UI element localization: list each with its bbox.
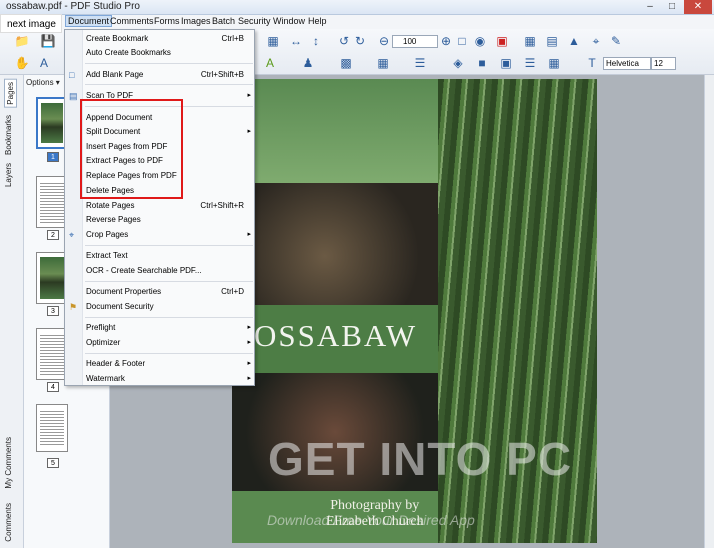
page-number-5: 5 xyxy=(47,458,59,468)
menu-item-watermark[interactable]: Watermark ▸ xyxy=(65,372,254,386)
tab-layers[interactable]: Layers xyxy=(4,163,13,187)
menu-comments[interactable]: Comments xyxy=(110,16,154,26)
hand-tool-icon[interactable]: ✋ xyxy=(14,55,30,71)
frame-icon[interactable]: ▣ xyxy=(498,55,514,71)
vertical-scrollbar[interactable] xyxy=(704,75,714,548)
blank-page-icon: □ xyxy=(69,70,75,80)
menu-help[interactable]: Help xyxy=(308,16,327,26)
align-icon[interactable]: ☰ xyxy=(412,55,428,71)
menu-item-extract-text[interactable]: Extract Text xyxy=(65,249,254,263)
copy-pages-icon[interactable]: ▦ xyxy=(265,33,281,49)
menu-item-header-footer[interactable]: Header & Footer ▸ xyxy=(65,357,254,371)
rotate-ccw-icon[interactable]: ↺ xyxy=(336,33,352,49)
menu-bar: Document Comments Forms Images Batch Sec… xyxy=(0,15,714,29)
text-color-icon[interactable]: A xyxy=(262,55,278,71)
menu-item-optimizer[interactable]: Optimizer ▸ xyxy=(65,336,254,350)
menu-item-crop-pages[interactable]: ⌖ Crop Pages ▸ xyxy=(65,228,254,242)
menu-item-add-blank-page[interactable]: □ Add Blank Page Ctrl+Shift+B xyxy=(65,68,254,82)
highlight-box xyxy=(80,99,183,199)
menu-item-reverse-pages[interactable]: Reverse Pages xyxy=(65,213,254,227)
page-thumbnail-5[interactable] xyxy=(36,404,68,452)
font-size-select[interactable]: 12 xyxy=(651,57,676,70)
menu-item-rotate-pages[interactable]: Rotate Pages Ctrl+Shift+R xyxy=(65,199,254,213)
save-icon[interactable]: 💾 xyxy=(40,33,56,49)
tab-my-comments[interactable]: My Comments xyxy=(4,437,13,489)
menu-batch[interactable]: Batch xyxy=(212,16,235,26)
watermark-text: GET INTO PC xyxy=(268,433,573,485)
font-select[interactable]: Helvetica xyxy=(603,57,651,70)
stamp-person-icon[interactable]: ♟ xyxy=(300,55,316,71)
image-icon[interactable]: ▩ xyxy=(338,55,354,71)
zoom-out-icon[interactable]: ⊖ xyxy=(376,33,392,49)
border-color-icon[interactable]: ■ xyxy=(474,55,490,71)
select-text-icon[interactable]: A xyxy=(36,55,52,71)
menu-item-ocr[interactable]: OCR - Create Searchable PDF... xyxy=(65,264,254,278)
menu-images[interactable]: Images xyxy=(181,16,211,26)
page-number-4: 4 xyxy=(47,382,59,392)
page-number-1: 1 xyxy=(47,152,59,162)
close-button[interactable]: ✕ xyxy=(684,0,712,14)
marquee-zoom-icon[interactable]: □ xyxy=(454,33,470,49)
open-folder-icon[interactable]: 📁 xyxy=(14,33,30,49)
line-style-icon[interactable]: ☰ xyxy=(522,55,538,71)
tab-bookmarks[interactable]: Bookmarks xyxy=(4,115,13,155)
lock-icon: ⚑ xyxy=(69,302,78,312)
layout-icon[interactable]: ▤ xyxy=(544,33,560,49)
snapshot-icon[interactable]: ◉ xyxy=(472,33,488,49)
scanner-icon: ▤ xyxy=(69,91,78,101)
watermark-subtext: Download Free Your Desired App xyxy=(267,512,475,528)
rotate-cw-icon[interactable]: ↻ xyxy=(352,33,368,49)
window-title: ossabaw.pdf - PDF Studio Pro xyxy=(6,1,140,12)
document-menu: Create Bookmark Ctrl+B Auto Create Bookma… xyxy=(64,29,255,386)
menu-item-auto-create-bookmarks[interactable]: Auto Create Bookmarks xyxy=(65,46,254,60)
side-tabs: Pages Bookmarks Layers My Comments Comme… xyxy=(0,75,24,548)
fit-page-icon[interactable]: ↕ xyxy=(308,33,324,49)
tab-comments[interactable]: Comments xyxy=(4,503,13,542)
page-number-3: 3 xyxy=(47,306,59,316)
zoom-select[interactable]: 100 xyxy=(392,35,438,48)
maximize-button[interactable]: □ xyxy=(662,0,682,14)
menu-item-document-properties[interactable]: Document Properties Ctrl+D xyxy=(65,285,254,299)
table-icon[interactable]: ▦ xyxy=(522,33,538,49)
edit-icon[interactable]: ✎ xyxy=(608,33,624,49)
grid-icon[interactable]: ▦ xyxy=(375,55,391,71)
opacity-icon[interactable]: ▦ xyxy=(546,55,562,71)
fit-width-icon[interactable]: ↔ xyxy=(288,33,304,49)
menu-window[interactable]: Window xyxy=(273,16,305,26)
options-button[interactable]: Options ▾ xyxy=(26,78,60,87)
tab-pages[interactable]: Pages xyxy=(4,79,17,108)
menu-item-create-bookmark[interactable]: Create Bookmark Ctrl+B xyxy=(65,32,254,46)
menu-forms[interactable]: Forms xyxy=(154,16,180,26)
cover-title: OSSABAW xyxy=(254,318,418,353)
next-image-label[interactable]: next image xyxy=(0,14,62,33)
page-number-2: 2 xyxy=(47,230,59,240)
zoom-in-icon[interactable]: ⊕ xyxy=(438,33,454,49)
menu-security[interactable]: Security xyxy=(238,16,271,26)
menu-item-document-security[interactable]: ⚑ Document Security xyxy=(65,300,254,314)
stamp-icon[interactable]: ▣ xyxy=(494,33,510,49)
menu-document[interactable]: Document xyxy=(65,15,113,27)
crop-icon[interactable]: ⌖ xyxy=(588,33,604,49)
eraser-icon[interactable]: ▲ xyxy=(566,33,582,49)
menu-item-preflight[interactable]: Preflight ▸ xyxy=(65,321,254,335)
crop-icon: ⌖ xyxy=(69,230,75,240)
typewriter-icon[interactable]: T xyxy=(584,55,600,71)
minimize-button[interactable]: – xyxy=(640,0,660,14)
fill-color-icon[interactable]: ◈ xyxy=(450,55,466,71)
